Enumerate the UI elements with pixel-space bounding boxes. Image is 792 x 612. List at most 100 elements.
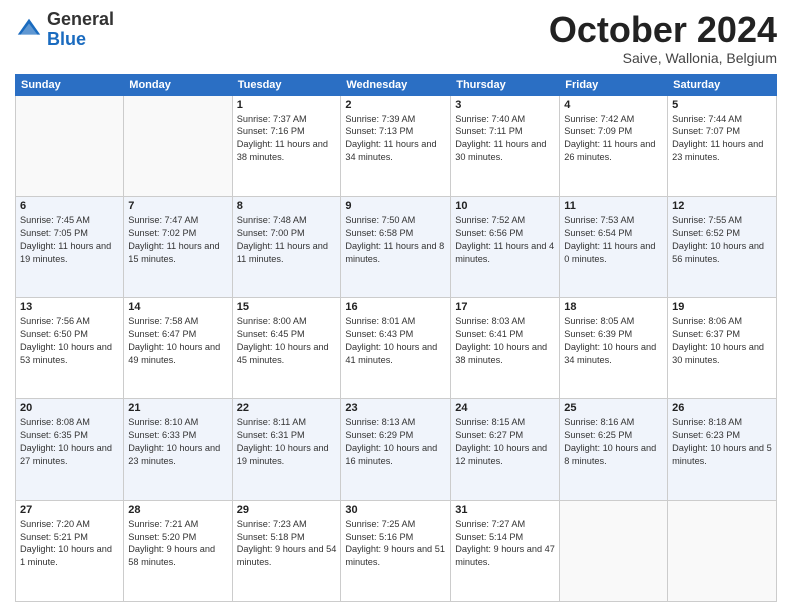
week-row-2: 6 Sunrise: 7:45 AM Sunset: 7:05 PM Daylig… <box>16 196 777 297</box>
day-cell: 8 Sunrise: 7:48 AM Sunset: 7:00 PM Daylig… <box>232 196 341 297</box>
day-info: Sunrise: 7:37 AM Sunset: 7:16 PM Dayligh… <box>237 113 337 165</box>
day-number: 2 <box>345 99 446 111</box>
weekday-header-sunday: Sunday <box>16 74 124 95</box>
weekday-header-saturday: Saturday <box>668 74 777 95</box>
day-number: 23 <box>345 402 446 414</box>
day-info: Sunrise: 7:21 AM Sunset: 5:20 PM Dayligh… <box>128 518 227 570</box>
day-cell: 7Sunrise: 7:47 AM Sunset: 7:02 PM Daylig… <box>124 196 232 297</box>
month-title: October 2024 <box>549 10 777 50</box>
day-number: 22 <box>237 402 337 414</box>
day-cell: 6 Sunrise: 7:45 AM Sunset: 7:05 PM Daylig… <box>16 196 124 297</box>
day-number: 8 <box>237 200 337 212</box>
day-cell: 30 Sunrise: 7:25 AM Sunset: 5:16 PM Dayli… <box>341 500 451 601</box>
day-info: Sunrise: 7:40 AM Sunset: 7:11 PM Dayligh… <box>455 113 555 165</box>
day-cell: 15Sunrise: 8:00 AM Sunset: 6:45 PM Dayli… <box>232 298 341 399</box>
day-cell: 21 Sunrise: 8:10 AM Sunset: 6:33 PM Dayli… <box>124 399 232 500</box>
day-cell: 9 Sunrise: 7:50 AM Sunset: 6:58 PM Daylig… <box>341 196 451 297</box>
day-info: Sunrise: 8:05 AM Sunset: 6:39 PM Dayligh… <box>564 315 663 367</box>
week-row-4: 20Sunrise: 8:08 AM Sunset: 6:35 PM Dayli… <box>16 399 777 500</box>
day-cell: 12 Sunrise: 7:55 AM Sunset: 6:52 PM Dayli… <box>668 196 777 297</box>
day-number: 15 <box>237 301 337 313</box>
day-number: 29 <box>237 504 337 516</box>
day-info: Sunrise: 7:23 AM Sunset: 5:18 PM Dayligh… <box>237 518 337 570</box>
day-info: Sunrise: 7:48 AM Sunset: 7:00 PM Dayligh… <box>237 214 337 266</box>
day-cell: 19 Sunrise: 8:06 AM Sunset: 6:37 PM Dayli… <box>668 298 777 399</box>
day-cell: 27 Sunrise: 7:20 AM Sunset: 5:21 PM Dayli… <box>16 500 124 601</box>
day-cell: 4Sunrise: 7:42 AM Sunset: 7:09 PM Daylig… <box>560 95 668 196</box>
day-info: Sunrise: 7:27 AM Sunset: 5:14 PM Dayligh… <box>455 518 555 570</box>
day-info: Sunrise: 8:13 AM Sunset: 6:29 PM Dayligh… <box>345 416 446 468</box>
day-cell <box>16 95 124 196</box>
logo: General Blue <box>15 10 114 50</box>
day-number: 20 <box>20 402 119 414</box>
day-info: Sunrise: 7:56 AM Sunset: 6:50 PM Dayligh… <box>20 315 119 367</box>
header: General Blue October 2024 Saive, Walloni… <box>15 10 777 66</box>
day-cell: 13Sunrise: 7:56 AM Sunset: 6:50 PM Dayli… <box>16 298 124 399</box>
day-info: Sunrise: 7:50 AM Sunset: 6:58 PM Dayligh… <box>345 214 446 266</box>
logo-general-text: General <box>47 9 114 29</box>
day-info: Sunrise: 7:55 AM Sunset: 6:52 PM Dayligh… <box>672 214 772 266</box>
day-number: 19 <box>672 301 772 313</box>
day-number: 27 <box>20 504 119 516</box>
weekday-header-friday: Friday <box>560 74 668 95</box>
day-number: 30 <box>345 504 446 516</box>
title-block: October 2024 Saive, Wallonia, Belgium <box>549 10 777 66</box>
day-number: 21 <box>128 402 227 414</box>
day-info: Sunrise: 7:25 AM Sunset: 5:16 PM Dayligh… <box>345 518 446 570</box>
day-cell: 22 Sunrise: 8:11 AM Sunset: 6:31 PM Dayli… <box>232 399 341 500</box>
day-number: 4 <box>564 99 663 111</box>
day-number: 14 <box>128 301 227 313</box>
day-info: Sunrise: 8:16 AM Sunset: 6:25 PM Dayligh… <box>564 416 663 468</box>
day-cell: 16Sunrise: 8:01 AM Sunset: 6:43 PM Dayli… <box>341 298 451 399</box>
weekday-header-wednesday: Wednesday <box>341 74 451 95</box>
day-info: Sunrise: 8:03 AM Sunset: 6:41 PM Dayligh… <box>455 315 555 367</box>
day-cell: 29 Sunrise: 7:23 AM Sunset: 5:18 PM Dayli… <box>232 500 341 601</box>
day-cell: 17 Sunrise: 8:03 AM Sunset: 6:41 PM Dayli… <box>451 298 560 399</box>
day-cell: 23 Sunrise: 8:13 AM Sunset: 6:29 PM Dayli… <box>341 399 451 500</box>
logo-icon <box>15 16 43 44</box>
day-cell: 24 Sunrise: 8:15 AM Sunset: 6:27 PM Dayli… <box>451 399 560 500</box>
day-info: Sunrise: 7:47 AM Sunset: 7:02 PM Dayligh… <box>128 214 227 266</box>
day-cell: 11Sunrise: 7:53 AM Sunset: 6:54 PM Dayli… <box>560 196 668 297</box>
day-cell: 10Sunrise: 7:52 AM Sunset: 6:56 PM Dayli… <box>451 196 560 297</box>
weekday-header-monday: Monday <box>124 74 232 95</box>
day-cell: 26Sunrise: 8:18 AM Sunset: 6:23 PM Dayli… <box>668 399 777 500</box>
day-number: 24 <box>455 402 555 414</box>
day-info: Sunrise: 7:44 AM Sunset: 7:07 PM Dayligh… <box>672 113 772 165</box>
logo-text: General Blue <box>47 10 114 50</box>
day-info: Sunrise: 8:15 AM Sunset: 6:27 PM Dayligh… <box>455 416 555 468</box>
day-number: 6 <box>20 200 119 212</box>
day-info: Sunrise: 8:06 AM Sunset: 6:37 PM Dayligh… <box>672 315 772 367</box>
day-cell: 1 Sunrise: 7:37 AM Sunset: 7:16 PM Daylig… <box>232 95 341 196</box>
day-cell: 25 Sunrise: 8:16 AM Sunset: 6:25 PM Dayli… <box>560 399 668 500</box>
logo-blue-text: Blue <box>47 29 86 49</box>
day-info: Sunrise: 8:11 AM Sunset: 6:31 PM Dayligh… <box>237 416 337 468</box>
weekday-header-thursday: Thursday <box>451 74 560 95</box>
week-row-5: 27 Sunrise: 7:20 AM Sunset: 5:21 PM Dayli… <box>16 500 777 601</box>
day-cell: 31 Sunrise: 7:27 AM Sunset: 5:14 PM Dayli… <box>451 500 560 601</box>
day-number: 25 <box>564 402 663 414</box>
day-info: Sunrise: 8:18 AM Sunset: 6:23 PM Dayligh… <box>672 416 772 468</box>
day-cell <box>124 95 232 196</box>
day-cell: 28 Sunrise: 7:21 AM Sunset: 5:20 PM Dayli… <box>124 500 232 601</box>
day-info: Sunrise: 7:45 AM Sunset: 7:05 PM Dayligh… <box>20 214 119 266</box>
day-info: Sunrise: 8:01 AM Sunset: 6:43 PM Dayligh… <box>345 315 446 367</box>
day-number: 12 <box>672 200 772 212</box>
day-number: 18 <box>564 301 663 313</box>
day-cell: 20Sunrise: 8:08 AM Sunset: 6:35 PM Dayli… <box>16 399 124 500</box>
day-cell: 2Sunrise: 7:39 AM Sunset: 7:13 PM Daylig… <box>341 95 451 196</box>
day-number: 1 <box>237 99 337 111</box>
day-cell <box>668 500 777 601</box>
day-number: 9 <box>345 200 446 212</box>
day-number: 11 <box>564 200 663 212</box>
day-number: 31 <box>455 504 555 516</box>
day-number: 17 <box>455 301 555 313</box>
day-cell <box>560 500 668 601</box>
day-cell: 18 Sunrise: 8:05 AM Sunset: 6:39 PM Dayli… <box>560 298 668 399</box>
day-info: Sunrise: 8:10 AM Sunset: 6:33 PM Dayligh… <box>128 416 227 468</box>
day-number: 28 <box>128 504 227 516</box>
day-info: Sunrise: 7:20 AM Sunset: 5:21 PM Dayligh… <box>20 518 119 570</box>
week-row-1: 1 Sunrise: 7:37 AM Sunset: 7:16 PM Daylig… <box>16 95 777 196</box>
day-info: Sunrise: 7:58 AM Sunset: 6:47 PM Dayligh… <box>128 315 227 367</box>
day-cell: 3Sunrise: 7:40 AM Sunset: 7:11 PM Daylig… <box>451 95 560 196</box>
